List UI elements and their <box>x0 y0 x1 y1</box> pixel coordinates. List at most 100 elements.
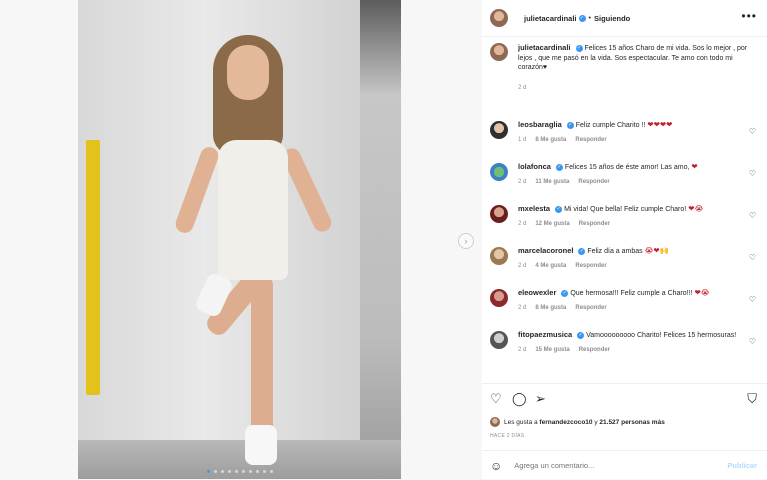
chevron-right-icon[interactable]: › <box>458 233 474 249</box>
post-photo[interactable] <box>78 0 401 479</box>
like-comment-heart-icon[interactable]: ♡ <box>749 169 756 178</box>
comment-username[interactable]: lolafonca <box>518 162 551 171</box>
avatar[interactable] <box>490 205 508 223</box>
emoji-icon[interactable]: ☺ <box>490 459 502 473</box>
reply-button[interactable]: Responder <box>578 179 609 185</box>
post-timestamp[interactable]: HACE 2 DÍAS <box>490 433 524 439</box>
reply-button[interactable]: Responder <box>575 263 606 269</box>
comment-item: leosbaraglia ✓ Feliz cumple Charito !! ❤❤… <box>490 120 760 162</box>
comment-text: Felices 15 años de éste amor! Las amo, <box>564 164 690 171</box>
comment-input[interactable] <box>512 460 717 471</box>
header-username[interactable]: julietacardinali <box>524 14 577 23</box>
comment-item: lolafonca ✓ Felices 15 años de éste amor!… <box>490 162 760 204</box>
avatar[interactable] <box>490 289 508 307</box>
like-comment-heart-icon[interactable]: ♡ <box>749 127 756 136</box>
comment-likes[interactable]: 15 Me gusta <box>535 347 569 353</box>
comment-username[interactable]: eleowexler <box>518 288 556 297</box>
post-panel: julietacardinali ✓ • Siguiendo ••• julie… <box>482 0 767 479</box>
comment-item: fitopaezmusica ✓ Vamooooooooo Charito! Fe… <box>490 330 760 372</box>
comment-emoji: ❤😭 <box>694 288 710 297</box>
like-comment-heart-icon[interactable]: ♡ <box>749 211 756 220</box>
likes-summary[interactable]: Les gusta a fernandezcoco10 y 21.527 per… <box>490 417 665 427</box>
comment-item: marcelacoronel ✓ Feliz día a ambas 😭❤🙌 2 d… <box>490 246 760 288</box>
avatar[interactable] <box>490 9 508 27</box>
comment-age[interactable]: 2 d <box>518 347 526 353</box>
heart-outline-icon[interactable]: ♡ <box>490 392 502 405</box>
yellow-pole <box>86 140 100 395</box>
avatar[interactable] <box>490 43 508 61</box>
post-caption: julietacardinali ✓ Felices 15 años Charo … <box>490 43 760 91</box>
comment-age[interactable]: 2 d <box>518 221 526 227</box>
carousel-dot <box>255 470 259 473</box>
paper-plane-icon[interactable]: ➢ <box>535 392 546 405</box>
comment-item: mxelesta ✓ Mi vida! Que bella! Feliz cump… <box>490 204 760 246</box>
post-header: julietacardinali ✓ • Siguiendo ••• <box>482 0 767 37</box>
caption-username[interactable]: julietacardinali <box>518 43 571 52</box>
comment-text: Mi vida! Que bella! Feliz cumple Charo! <box>564 206 687 213</box>
comment-emoji: ❤😭 <box>688 204 704 213</box>
like-comment-heart-icon[interactable]: ♡ <box>749 295 756 304</box>
avatar[interactable] <box>490 121 508 139</box>
comment-username[interactable]: leosbaraglia <box>518 120 562 129</box>
comment-text: Que hermosa!!! Feliz cumple a Charo!!! <box>570 290 693 297</box>
like-comment-heart-icon[interactable]: ♡ <box>749 253 756 262</box>
avatar[interactable] <box>490 247 508 265</box>
carousel-dot <box>227 470 231 473</box>
carousel-dot <box>241 470 245 473</box>
reply-button[interactable]: Responder <box>579 347 610 353</box>
comment-age[interactable]: 1 d <box>518 137 526 143</box>
comment-likes[interactable]: 12 Me gusta <box>535 221 569 227</box>
comment-age[interactable]: 2 d <box>518 263 526 269</box>
carousel-dot <box>234 470 238 473</box>
carousel-dots <box>78 470 401 473</box>
verified-badge-icon: ✓ <box>555 163 563 171</box>
carousel-dot <box>220 470 224 473</box>
white-dress <box>218 140 288 280</box>
like-comment-heart-icon[interactable]: ♡ <box>749 337 756 346</box>
comment-emoji: ❤ <box>691 162 698 171</box>
verified-badge-icon: ✓ <box>561 289 569 297</box>
comments-list: leosbaraglia ✓ Feliz cumple Charito !! ❤❤… <box>490 120 760 372</box>
separator: • <box>588 14 591 22</box>
more-options-icon[interactable]: ••• <box>741 10 757 22</box>
comment-likes[interactable]: 8 Me gusta <box>535 305 566 311</box>
comment-emoji: ❤❤❤❤ <box>647 120 673 129</box>
comment-text: Feliz día a ambas <box>587 248 643 255</box>
bookmark-icon[interactable]: ⛉ <box>747 392 757 405</box>
comment-age[interactable]: 2 d <box>518 305 526 311</box>
carousel-dot <box>213 470 217 473</box>
reply-button[interactable]: Responder <box>575 305 606 311</box>
comment-bubble-icon[interactable]: ◯ <box>512 392 527 405</box>
following-button[interactable]: Siguiendo <box>594 14 630 23</box>
avatar[interactable] <box>490 163 508 181</box>
verified-badge-icon: ✓ <box>577 331 585 339</box>
reply-button[interactable]: Responder <box>579 221 610 227</box>
avatar[interactable] <box>490 331 508 349</box>
caption-age: 2 d <box>518 84 527 91</box>
avatar <box>490 417 500 427</box>
verified-badge-icon: ✓ <box>555 205 563 213</box>
verified-badge-icon: ✓ <box>575 44 583 52</box>
comment-likes[interactable]: 8 Me gusta <box>535 137 566 143</box>
photo-background <box>360 0 401 479</box>
add-comment-bar: ☺ Publicar <box>482 450 767 480</box>
comment-age[interactable]: 2 d <box>518 179 526 185</box>
comment-likes[interactable]: 11 Me gusta <box>535 179 569 185</box>
comment-text: Vamooooooooo Charito! Felices 15 hermosu… <box>586 332 737 339</box>
post-actions: ♡ ◯ ➢ ⛉ Les gusta a fernandezcoco10 y 21… <box>482 383 767 439</box>
verified-badge-icon: ✓ <box>578 14 586 22</box>
reply-button[interactable]: Responder <box>575 137 606 143</box>
publish-button[interactable]: Publicar <box>727 461 757 470</box>
comment-item: eleowexler ✓ Que hermosa!!! Feliz cumple … <box>490 288 760 330</box>
comment-username[interactable]: mxelesta <box>518 204 550 213</box>
likes-count[interactable]: 21.527 personas más <box>599 419 664 426</box>
comment-username[interactable]: marcelacoronel <box>518 246 573 255</box>
verified-badge-icon: ✓ <box>566 121 574 129</box>
comment-likes[interactable]: 4 Me gusta <box>535 263 566 269</box>
liker-username[interactable]: fernandezcoco10 <box>539 419 592 426</box>
comment-username[interactable]: fitopaezmusica <box>518 330 572 339</box>
verified-badge-icon: ✓ <box>578 247 586 255</box>
comment-text: Feliz cumple Charito !! <box>575 122 646 129</box>
comment-emoji: 😭❤🙌 <box>644 246 669 255</box>
carousel-dot <box>269 470 273 473</box>
